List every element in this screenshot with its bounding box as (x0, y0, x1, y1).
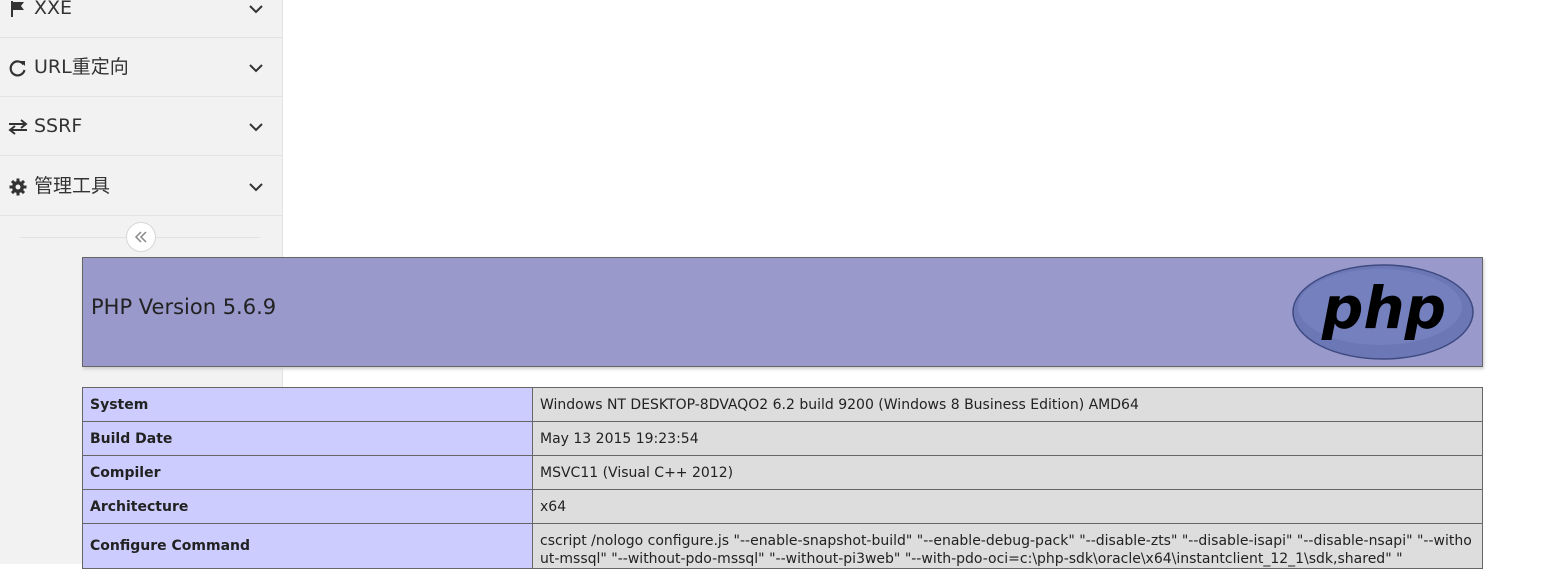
row-key: Compiler (82, 455, 533, 490)
double-chevron-left-icon (134, 228, 148, 247)
flag-icon (8, 0, 28, 38)
row-value: cscript /nologo configure.js "--enable-s… (532, 523, 1483, 569)
table-row: Build Date May 13 2015 19:23:54 (82, 421, 1483, 456)
table-row: System Windows NT DESKTOP-8DVAQO2 6.2 bu… (82, 387, 1483, 422)
sidebar-item-label: URL重定向 (34, 56, 129, 78)
sidebar-item-url-redirect[interactable]: URL重定向 (0, 38, 282, 97)
sidebar-item-label: 管理工具 (34, 175, 111, 197)
chevron-down-icon (246, 97, 266, 156)
row-value: MSVC11 (Visual C++ 2012) (532, 455, 1483, 490)
row-key: Architecture (82, 489, 533, 524)
chevron-down-icon (246, 157, 266, 216)
row-value: May 13 2015 19:23:54 (532, 421, 1483, 456)
table-row: Compiler MSVC11 (Visual C++ 2012) (82, 455, 1483, 490)
row-value: Windows NT DESKTOP-8DVAQO2 6.2 build 920… (532, 387, 1483, 422)
sidebar-item-ssrf[interactable]: SSRF (0, 97, 282, 156)
sidebar-item-xxe[interactable]: XXE (0, 0, 282, 38)
exchange-icon (8, 97, 28, 156)
sidebar-item-label: SSRF (34, 115, 83, 137)
refresh-icon (8, 38, 28, 97)
table-row: Configure Command cscript /nologo config… (82, 523, 1483, 569)
row-value: x64 (532, 489, 1483, 524)
collapse-sidebar-button[interactable] (126, 222, 156, 252)
phpinfo-panel: PHP Version 5.6.9 php System Windows NT … (82, 257, 1483, 569)
row-key: System (82, 387, 533, 422)
sidebar-item-admin-tools[interactable]: 管理工具 (0, 157, 282, 216)
table-row: Architecture x64 (82, 489, 1483, 524)
phpinfo-table: System Windows NT DESKTOP-8DVAQO2 6.2 bu… (82, 387, 1483, 569)
sidebar-collapse-row (0, 218, 282, 256)
gear-icon (8, 157, 28, 216)
php-logo-text: php (1321, 274, 1446, 342)
row-key: Build Date (82, 421, 533, 456)
phpinfo-header: PHP Version 5.6.9 php (82, 257, 1483, 367)
page-title: PHP Version 5.6.9 (91, 295, 277, 319)
row-key: Configure Command (82, 523, 533, 569)
chevron-down-icon (246, 0, 266, 38)
php-logo[interactable]: php (1292, 263, 1474, 365)
chevron-down-icon (246, 38, 266, 97)
sidebar-item-label: XXE (34, 0, 73, 19)
